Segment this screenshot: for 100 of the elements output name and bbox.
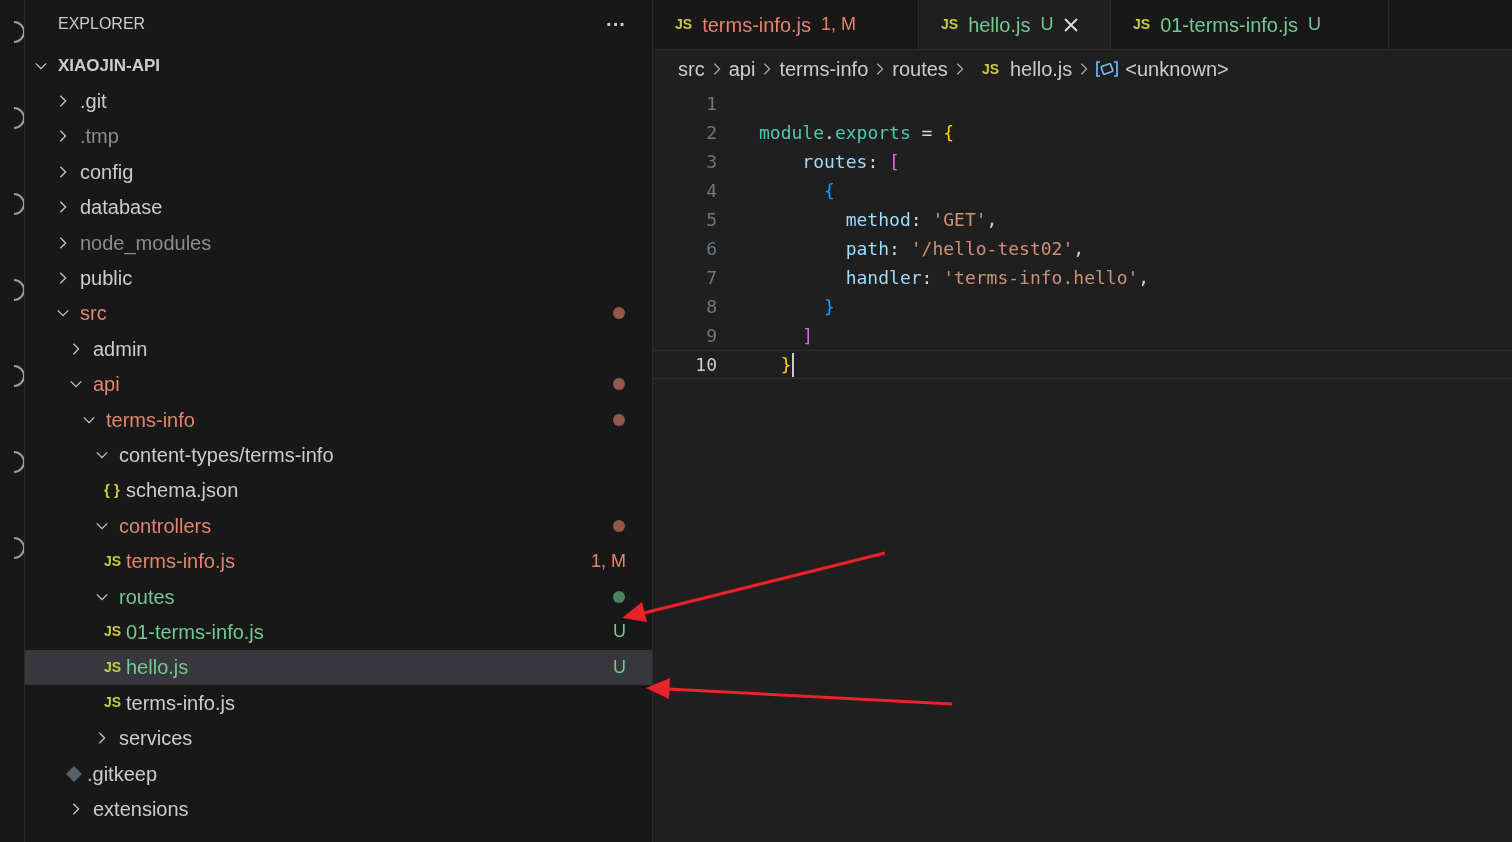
line-number: 1 xyxy=(705,92,717,116)
git-status-label: U xyxy=(1040,13,1054,36)
chevron-icon xyxy=(875,62,886,76)
more-actions-button[interactable]: ··· xyxy=(606,9,626,39)
file-name: .gitkeep xyxy=(87,761,158,787)
line-number: 4 xyxy=(705,179,717,203)
breadcrumb-item[interactable]: terms-info xyxy=(779,54,869,84)
folder-row[interactable]: controllers xyxy=(25,508,652,544)
symbol-icon xyxy=(1096,60,1119,78)
folder-row[interactable]: admin xyxy=(25,331,652,367)
folder-name: routes xyxy=(119,584,175,610)
breadcrumb-item[interactable]: <unknown> xyxy=(1125,54,1229,84)
text-cursor xyxy=(791,352,794,377)
chevron-icon xyxy=(762,62,773,76)
root-folder-header[interactable]: XIAOJIN-API xyxy=(25,48,652,84)
git-status-label: 1, M xyxy=(821,13,857,36)
line-number: 9 xyxy=(705,324,717,348)
tab-label: hello.js xyxy=(968,12,1031,38)
folder-row[interactable]: src xyxy=(25,295,652,332)
file-row[interactable]: { } schema.json xyxy=(25,472,652,509)
activity-icon[interactable] xyxy=(14,20,24,44)
file-row[interactable]: .gitkeep xyxy=(25,755,652,792)
folder-name: node_modules xyxy=(80,230,212,257)
folder-row[interactable]: .git xyxy=(25,83,652,119)
line-number: 3 xyxy=(705,150,717,174)
folder-row[interactable]: terms-info xyxy=(25,401,652,438)
activity-icon[interactable] xyxy=(14,536,24,560)
file-name: schema.json xyxy=(126,478,239,504)
chevron-icon xyxy=(711,62,722,76)
code-line: { xyxy=(823,179,835,203)
folder-name: admin xyxy=(93,336,148,362)
tab-label: terms-info.js xyxy=(702,12,812,38)
code-line: handler: 'terms-info.hello', xyxy=(844,266,1150,290)
breadcrumb-item[interactable]: hello.js xyxy=(1010,54,1073,84)
git-status-label: 1, M xyxy=(591,549,626,573)
line-number: 6 xyxy=(705,237,717,261)
sidebar-title: EXPLORER xyxy=(58,14,146,34)
folder-name: .tmp xyxy=(80,124,119,150)
folder-name: .git xyxy=(80,89,107,115)
line-number: 2 xyxy=(705,121,717,145)
chevron-icon xyxy=(1079,62,1090,76)
folder-row[interactable]: .tmp xyxy=(25,118,652,155)
js-file-icon: JS xyxy=(104,656,126,678)
line-number: 7 xyxy=(705,266,717,290)
folder-row[interactable]: config xyxy=(25,154,652,190)
code-line: method: 'GET', xyxy=(844,208,998,232)
js-file-icon: JS xyxy=(675,14,693,35)
folder-name: database xyxy=(80,195,163,221)
activity-icon[interactable] xyxy=(14,192,24,216)
code-line: path: '/hello-test02', xyxy=(844,237,1085,261)
file-row[interactable]: JS terms-info.js xyxy=(25,685,652,721)
breadcrumb-item[interactable]: routes xyxy=(892,54,948,84)
folder-row[interactable]: public xyxy=(25,260,652,296)
breadcrumb-item[interactable]: src xyxy=(678,54,705,84)
root-folder-name: XIAOJIN-API xyxy=(58,54,161,77)
folder-row[interactable]: content-types/terms-info xyxy=(25,437,652,473)
folder-row[interactable]: routes xyxy=(25,578,652,615)
breadcrumb-item[interactable]: api xyxy=(728,54,756,84)
folder-name: config xyxy=(80,159,134,185)
code-line: routes: [ xyxy=(801,150,900,174)
code-line: ] xyxy=(801,324,814,348)
code-line: } xyxy=(779,353,792,377)
file-name: terms-info.js xyxy=(126,549,235,575)
activity-icon[interactable] xyxy=(14,450,24,474)
folder-row[interactable]: extensions xyxy=(25,791,652,827)
folder-name: content-types/terms-info xyxy=(119,443,334,468)
line-number: 8 xyxy=(705,295,717,319)
file-name: terms-info.js xyxy=(126,690,235,716)
folder-name: public xyxy=(80,266,133,292)
git-status-label: U xyxy=(1307,13,1321,36)
line-number: 5 xyxy=(705,208,717,232)
folder-name: api xyxy=(93,372,120,398)
code-line: module.exports = { xyxy=(759,121,955,145)
folder-row[interactable]: api xyxy=(25,366,652,402)
js-file-icon: JS xyxy=(1133,14,1151,35)
file-name: hello.js xyxy=(126,655,189,681)
folder-name: controllers xyxy=(119,513,212,539)
file-row[interactable]: JS hello.js U xyxy=(25,649,652,686)
tab-label: 01-terms-info.js xyxy=(1160,12,1298,38)
folder-row[interactable]: database xyxy=(25,189,652,225)
chevron-icon xyxy=(954,62,965,76)
git-status-label: U xyxy=(613,655,626,679)
folder-name: terms-info xyxy=(106,407,195,433)
js-file-icon: JS xyxy=(941,14,959,35)
line-number: 10 xyxy=(694,353,717,377)
js-file-icon: JS xyxy=(104,621,126,643)
folder-row[interactable]: services xyxy=(25,720,652,756)
folder-name: extensions xyxy=(93,796,189,822)
editor-tab[interactable]: JS hello.js U xyxy=(919,0,1111,49)
activity-icon[interactable] xyxy=(14,364,24,388)
file-row[interactable]: JS terms-info.js 1, M xyxy=(25,543,652,579)
activity-icon[interactable] xyxy=(14,278,24,302)
close-icon[interactable] xyxy=(1063,16,1080,33)
js-file-icon: JS xyxy=(981,58,999,80)
js-file-icon: JS xyxy=(104,550,126,572)
folder-row[interactable]: node_modules xyxy=(25,224,652,261)
js-file-icon: JS xyxy=(104,692,126,714)
code-line: } xyxy=(823,295,835,319)
activity-icon[interactable] xyxy=(14,106,24,130)
file-row[interactable]: JS 01-terms-info.js U xyxy=(25,614,652,650)
